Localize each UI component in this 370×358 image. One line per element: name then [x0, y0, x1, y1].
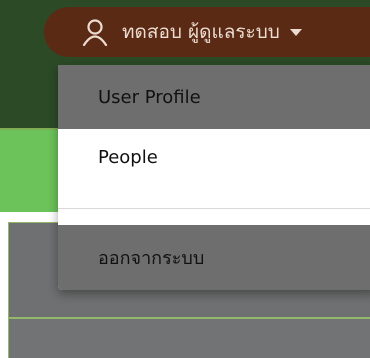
menu-item-label: People	[98, 147, 158, 168]
caret-down-icon	[289, 28, 302, 36]
user-dropdown-menu: User Profile People ออกจากระบบ	[58, 65, 370, 290]
user-name: ทดสอบ ผู้ดูแลระบบ	[122, 21, 280, 43]
user-icon	[82, 18, 108, 46]
menu-divider	[58, 208, 370, 209]
menu-item-people[interactable]: People	[58, 129, 370, 209]
menu-item-label: User Profile	[98, 86, 201, 108]
menu-item-logout[interactable]: ออกจากระบบ	[58, 225, 370, 290]
app-screen: ทดสอบ ผู้ดูแลระบบ User Profile People ออ…	[0, 0, 370, 358]
menu-item-label: ออกจากระบบ	[98, 248, 205, 269]
user-menu-button[interactable]: ทดสอบ ผู้ดูแลระบบ	[44, 7, 370, 57]
menu-item-user-profile[interactable]: User Profile	[58, 65, 370, 129]
overlay-panel-lower	[8, 318, 370, 358]
